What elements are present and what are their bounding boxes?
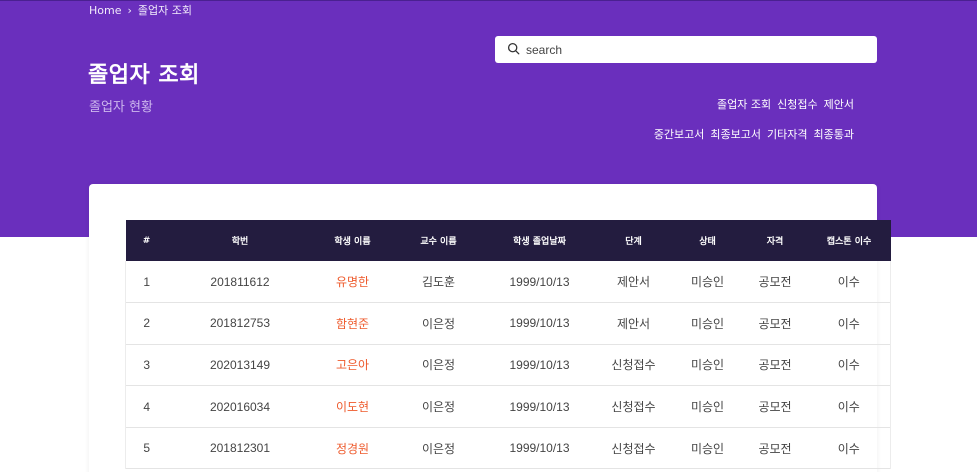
chevron-right-icon: ›	[127, 3, 132, 17]
cell-stage: 신청접수	[611, 358, 656, 373]
table-row[interactable]: 4 202016034 이도현 이은정 1999/10/13 신청접수 미승인 공모전 이수	[125, 385, 891, 428]
nav-interim-report[interactable]: 중간보고서	[654, 126, 705, 142]
nav-application[interactable]: 신청접수	[777, 96, 817, 112]
nav-graduate-lookup[interactable]: 졸업자 조회	[717, 96, 771, 112]
graduates-table-container: # 학번 학생 이름 교수 이름 학생 졸업날짜 단계 상태 자격 캡스톤 이수…	[125, 220, 891, 469]
cell-student-name[interactable]: 고은아	[313, 344, 393, 386]
cell-status: 미승인	[690, 275, 725, 290]
breadcrumb: Home › 졸업자 조회	[89, 2, 192, 18]
column-header-number[interactable]: #	[126, 220, 168, 261]
column-header-status[interactable]: 상태	[673, 220, 743, 261]
cell-student-id: 202016034	[209, 399, 271, 414]
cell-professor-name: 이은정	[421, 316, 456, 331]
cell-capstone: 이수	[807, 385, 891, 428]
column-header-capstone[interactable]: 캡스톤 이수	[808, 220, 891, 261]
cell-number: 2	[125, 302, 168, 345]
cell-qualification: 공모전	[758, 441, 792, 456]
page-subtitle: 졸업자 현황	[89, 100, 153, 115]
page-title: 졸업자 조회	[88, 63, 200, 88]
cell-professor-name: 이은정	[421, 441, 456, 456]
cell-qualification: 공모전	[758, 316, 792, 331]
column-header-stage[interactable]: 단계	[595, 220, 673, 261]
nav-final-report[interactable]: 최종보고서	[710, 126, 761, 142]
cell-graduation-date: 1999/10/13	[509, 399, 570, 414]
nav-final-pass[interactable]: 최종통과	[814, 126, 854, 142]
cell-student-id: 202013149	[209, 357, 271, 372]
cell-qualification: 공모전	[758, 400, 792, 415]
nav-row-primary: 졸업자 조회 신청접수 제안서	[717, 96, 854, 112]
cell-student-name[interactable]: 이도현	[313, 386, 393, 428]
cell-professor-name: 김도훈	[421, 275, 456, 290]
table-header-row: # 학번 학생 이름 교수 이름 학생 졸업날짜 단계 상태 자격 캡스톤 이수	[125, 220, 891, 261]
cell-graduation-date: 1999/10/13	[509, 316, 570, 331]
table-row[interactable]: 5 201812301 정경원 이은정 1999/10/13 신청접수 미승인 공모전 이수	[125, 427, 891, 469]
cell-graduation-date: 1999/10/13	[509, 357, 570, 372]
table-row[interactable]: 2 201812753 함현준 이은정 1999/10/13 제안서 미승인 공모전 이수	[125, 302, 891, 345]
column-header-qualification[interactable]: 자격	[743, 220, 808, 261]
cell-qualification: 공모전	[758, 358, 792, 373]
cell-status: 미승인	[690, 358, 725, 373]
search-input[interactable]	[526, 42, 856, 57]
cell-stage: 신청접수	[611, 400, 656, 415]
table-row[interactable]: 1 201811612 유명한 김도훈 1999/10/13 제안서 미승인 공모전 이수	[125, 261, 891, 303]
column-header-professor-name[interactable]: 교수 이름	[393, 220, 485, 261]
column-header-student-id[interactable]: 학번	[168, 220, 313, 261]
table-row[interactable]: 3 202013149 고은아 이은정 1999/10/13 신청접수 미승인 공모전 이수	[125, 344, 891, 386]
cell-stage: 제안서	[616, 316, 651, 331]
cell-number: 1	[125, 261, 168, 303]
cell-number: 3	[125, 344, 168, 386]
cell-professor-name: 이은정	[421, 400, 456, 415]
cell-capstone: 이수	[807, 261, 891, 303]
search-bar[interactable]	[495, 36, 877, 63]
cell-professor-name: 이은정	[421, 358, 456, 373]
cell-graduation-date: 1999/10/13	[509, 274, 570, 289]
cell-student-name[interactable]: 함현준	[313, 303, 393, 345]
breadcrumb-current: 졸업자 조회	[137, 4, 192, 17]
cell-capstone: 이수	[807, 344, 891, 386]
column-header-student-name[interactable]: 학생 이름	[313, 220, 393, 261]
cell-status: 미승인	[690, 441, 725, 456]
cell-qualification: 공모전	[758, 275, 792, 290]
breadcrumb-home-link[interactable]: Home	[89, 4, 121, 17]
cell-capstone: 이수	[807, 302, 891, 345]
nav-proposal[interactable]: 제안서	[824, 96, 854, 112]
cell-student-id: 201812753	[209, 316, 271, 331]
cell-number: 4	[125, 385, 168, 428]
cell-student-name[interactable]: 정경원	[313, 427, 393, 469]
search-icon	[507, 40, 520, 59]
nav-row-secondary: 중간보고서 최종보고서 기타자격 최종통과	[654, 126, 854, 142]
graduates-table: # 학번 학생 이름 교수 이름 학생 졸업날짜 단계 상태 자격 캡스톤 이수…	[125, 220, 891, 469]
cell-status: 미승인	[690, 400, 725, 415]
cell-student-name[interactable]: 유명한	[313, 261, 393, 303]
cell-student-id: 201811612	[210, 274, 270, 289]
cell-number: 5	[125, 427, 168, 469]
column-header-graduation-date[interactable]: 학생 졸업날짜	[485, 220, 595, 261]
cell-stage: 제안서	[616, 275, 651, 290]
table-body: 1 201811612 유명한 김도훈 1999/10/13 제안서 미승인 공모전 이수 2 20…	[125, 261, 891, 469]
cell-status: 미승인	[690, 316, 725, 331]
nav-other-qualification[interactable]: 기타자격	[767, 126, 807, 142]
cell-stage: 신청접수	[611, 441, 656, 456]
cell-graduation-date: 1999/10/13	[509, 441, 570, 456]
cell-student-id: 201812301	[209, 441, 271, 456]
cell-capstone: 이수	[807, 427, 891, 469]
